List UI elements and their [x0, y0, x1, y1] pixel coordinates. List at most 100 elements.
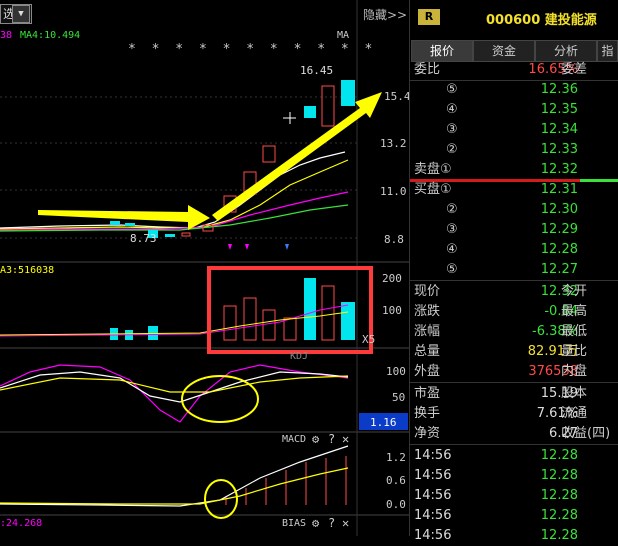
quote-tail: 最高 — [561, 304, 588, 319]
close-icon[interactable]: ✕ — [342, 516, 349, 530]
signal-markers — [228, 244, 289, 250]
sell-row-3[interactable]: ③ 12.34 — [414, 120, 618, 140]
fund-row: 净资 6.27 收益(四) — [414, 424, 618, 444]
vol-axis-3: X5 — [362, 333, 376, 346]
sell-label: ③ — [446, 122, 458, 137]
buy-price: 12.31 — [540, 182, 578, 197]
tick-time: 14:56 — [414, 488, 452, 503]
sell-label: ② — [446, 142, 458, 157]
buy-price: 12.27 — [540, 262, 578, 277]
tab-funds[interactable]: 资金 — [473, 40, 535, 62]
quote-tail: 量比 — [561, 344, 588, 359]
stock-code-name: 000600 建投能源 — [486, 13, 597, 28]
close-icon[interactable]: ✕ — [342, 432, 349, 446]
macd-dif-line — [0, 445, 349, 507]
event-stars: * * * * * * * * * * * — [128, 42, 377, 57]
buy-label: ② — [446, 202, 458, 217]
sell-row-1[interactable]: 卖盘① 12.32 — [414, 160, 618, 180]
quote-tail: 内盘 — [561, 364, 588, 379]
weibi-tail: 委差 — [561, 62, 588, 77]
stock-chart[interactable] — [0, 0, 409, 536]
fund-label: 净资 — [414, 426, 441, 441]
buy-label: ⑤ — [446, 262, 458, 277]
quote-label: 涨幅 — [414, 324, 441, 339]
sell-row-4[interactable]: ④ 12.35 — [414, 100, 618, 120]
buy-row-3[interactable]: ③ 12.29 — [414, 220, 618, 240]
vol-axis-1: 200 — [382, 272, 402, 285]
tick-time: 14:56 — [414, 508, 452, 523]
quote-row: 外盘 376538 内盘 — [414, 362, 618, 382]
fund-row: 市盈 15.19 股本 — [414, 384, 618, 404]
gear-icon[interactable]: ⚙ — [312, 516, 319, 530]
quote-row: 涨幅 -6.38% 最低 — [414, 322, 618, 342]
macd-dea-line — [0, 467, 349, 505]
macd-axis-3: 0.0 — [386, 498, 406, 511]
high-label: 16.45 — [300, 64, 334, 77]
help-icon[interactable]: ? — [328, 432, 335, 446]
kdj-line-yellow — [0, 375, 349, 393]
kdj-axis-1: 100 — [386, 365, 406, 378]
trend-arrows — [38, 92, 382, 230]
tab-analysis[interactable]: 分析 — [535, 40, 597, 62]
macd-axis-1: 1.2 — [386, 451, 406, 464]
kdj-value: 1.16 — [370, 416, 397, 429]
quote-label: 总量 — [414, 344, 441, 359]
kdj-axis-2: 50 — [392, 391, 406, 404]
tick-row: 14:56 12.28 — [414, 466, 618, 486]
tick-price: 12.28 — [540, 468, 578, 483]
quote-label: 外盘 — [414, 364, 441, 379]
fund-tail: 股本 — [561, 386, 588, 401]
fund-label: 换手 — [414, 406, 441, 421]
buy-price: 12.28 — [540, 242, 578, 257]
tick-time: 14:56 — [414, 468, 452, 483]
tick-time: 14:56 — [414, 448, 452, 463]
macd-axis-2: 0.6 — [386, 474, 406, 487]
buy-label: 买盘① — [414, 182, 452, 197]
sell-row-5[interactable]: ⑤ 12.36 — [414, 80, 618, 100]
buy-row-2[interactable]: ② 12.30 — [414, 200, 618, 220]
tab-index[interactable]: 指 — [597, 40, 618, 62]
fund-row: 换手 7.61% 流通 — [414, 404, 618, 424]
tab-quote[interactable]: 报价 — [411, 40, 473, 62]
buy-row-4[interactable]: ④ 12.28 — [414, 240, 618, 260]
macd-bars — [225, 456, 347, 505]
tick-row: 14:56 12.28 — [414, 526, 618, 546]
bias-value: :24.268 — [0, 518, 43, 529]
quote-label: 现价 — [414, 284, 441, 299]
ma-tag: MA — [337, 30, 350, 41]
low-label: 8.73 — [130, 232, 157, 245]
ma-marker: 38 — [0, 30, 13, 41]
chart-area[interactable]: 选 ▼ 隐藏>> 38 MA4:10.494 MA * * * * * * * … — [0, 0, 411, 536]
quote-tail: 今开 — [561, 284, 588, 299]
tick-price: 12.28 — [540, 508, 578, 523]
weibi-row: 委比 16.65% 委差 — [414, 60, 618, 80]
vol-header: A3:516038 — [0, 265, 55, 276]
quote-tail: 最低 — [561, 324, 588, 339]
buy-row-5[interactable]: ⑤ 12.27 — [414, 260, 618, 280]
tick-price: 12.28 — [540, 448, 578, 463]
sell-label: ⑤ — [446, 82, 458, 97]
buy-label: ③ — [446, 222, 458, 237]
quote-label: 涨跌 — [414, 304, 441, 319]
kdj-header: KDJ — [290, 351, 309, 362]
tick-price: 12.28 — [540, 488, 578, 503]
price-axis-2: 13.2 — [380, 137, 407, 150]
tick-time: 14:56 — [414, 528, 452, 543]
buy-row-1[interactable]: 买盘① 12.31 — [414, 180, 618, 200]
chevron-down-icon[interactable]: ▼ — [12, 5, 30, 23]
sell-row-2[interactable]: ② 12.33 — [414, 140, 618, 160]
vol-axis-2: 100 — [382, 304, 402, 317]
buy-price: 12.30 — [540, 202, 578, 217]
sell-price: 12.36 — [540, 82, 578, 97]
weibi-label: 委比 — [414, 62, 441, 77]
hide-button[interactable]: 隐藏>> — [363, 6, 407, 23]
macd-header: MACD — [282, 434, 307, 445]
gear-icon[interactable]: ⚙ — [312, 432, 319, 446]
sell-price: 12.32 — [540, 162, 578, 177]
sell-price: 12.34 — [540, 122, 578, 137]
help-icon[interactable]: ? — [328, 516, 335, 530]
fund-label: 市盈 — [414, 386, 441, 401]
sell-label: 卖盘① — [414, 162, 452, 177]
rzrq-badge: R — [418, 9, 440, 25]
price-axis-3: 11.0 — [380, 185, 407, 198]
